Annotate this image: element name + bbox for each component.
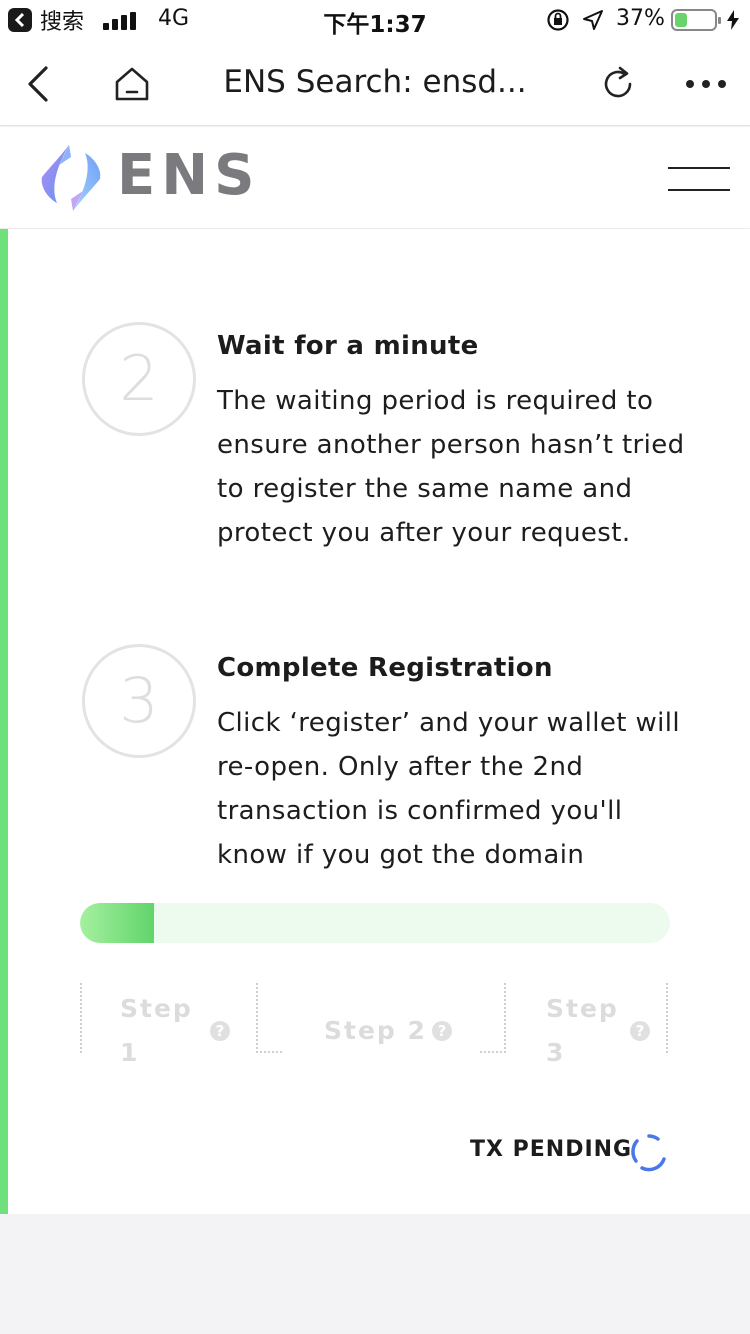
ens-wordmark[interactable]: ENS (117, 143, 260, 208)
progress-step-label: Step 3 (546, 994, 619, 1067)
browser-nav-bar: ENS Search: ensd... (0, 40, 750, 126)
page-title: ENS Search: ensd... (223, 64, 527, 100)
hamburger-menu-icon[interactable] (668, 167, 730, 193)
rotation-lock-icon (547, 9, 569, 31)
battery-icon (671, 9, 721, 31)
progress-step-label: Step 2 (324, 1016, 427, 1045)
step-title: Wait for a minute (217, 331, 479, 361)
help-icon[interactable]: ? (630, 1021, 650, 1041)
site-header: ENS (0, 127, 750, 228)
step-divider (480, 983, 506, 1053)
back-icon[interactable] (22, 64, 58, 104)
reload-icon[interactable] (598, 64, 638, 104)
progress-steps: Step 1 ? Step 2 ? Step 3 ? (80, 983, 670, 1075)
charging-bolt-icon (727, 10, 739, 30)
registration-progress-bar (80, 903, 670, 943)
tx-status-label: TX PENDING (470, 1137, 633, 1162)
step-title: Complete Registration (217, 653, 553, 683)
help-icon[interactable]: ? (210, 1021, 230, 1041)
step-divider (80, 983, 106, 1053)
step-divider (256, 983, 282, 1053)
step-description: Click ‘register’ and your wallet will re… (217, 708, 681, 870)
ens-logo-icon[interactable] (36, 143, 106, 213)
progress-fill (80, 903, 154, 943)
registration-card: 2 Wait for a minute The waiting period i… (0, 229, 750, 1214)
location-icon (583, 10, 603, 30)
loading-spinner-icon (631, 1134, 666, 1172)
help-icon[interactable]: ? (432, 1021, 452, 1041)
home-icon[interactable] (112, 64, 152, 104)
step-number-circle: 3 (82, 644, 196, 758)
step-number-circle: 2 (82, 322, 196, 436)
status-bar: 搜索 4G 下午1:37 37% (0, 0, 750, 40)
more-options-icon[interactable] (682, 74, 730, 94)
battery-percent: 37% (616, 6, 665, 31)
step-divider (650, 983, 668, 1053)
battery-level (675, 13, 687, 27)
step-description: The waiting period is required to ensure… (217, 386, 685, 548)
progress-step-label: Step 1 (120, 994, 193, 1067)
